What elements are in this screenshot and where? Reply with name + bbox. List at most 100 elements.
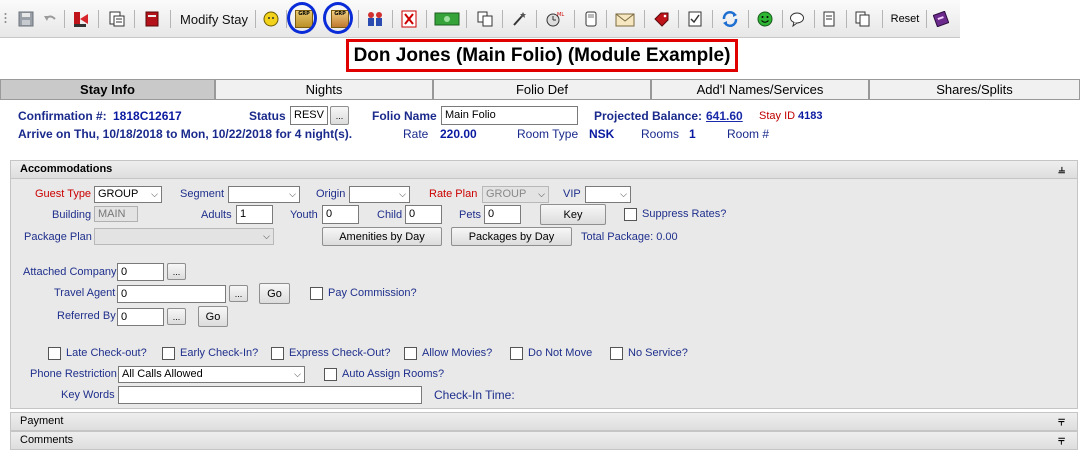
referred-by-go-button[interactable]: Go — [198, 306, 228, 327]
reset-button[interactable]: Reset — [886, 9, 924, 29]
tab-shares-splits[interactable]: Shares/Splits — [869, 79, 1080, 100]
status-field[interactable]: RESV — [290, 106, 328, 125]
packages-by-day-button[interactable]: Packages by Day — [451, 227, 572, 246]
rate-plan-value: GROUP — [486, 188, 527, 200]
tag-icon[interactable] — [650, 9, 672, 29]
folio-book-icon[interactable] — [142, 9, 162, 29]
early-checkin-checkbox[interactable] — [162, 347, 175, 360]
referred-by-lookup-button[interactable]: ... — [167, 308, 186, 325]
package-plan-select: ⌵ — [94, 228, 274, 245]
youth-field[interactable]: 0 — [322, 205, 359, 224]
suppress-rates-checkbox[interactable] — [624, 208, 637, 221]
total-package: Total Package: 0.00 — [581, 231, 678, 243]
segment-label: Segment — [180, 188, 225, 200]
expand-chevron-icon[interactable]: ⫧ — [1058, 413, 1065, 430]
tab-bar: Stay Info Nights Folio Def Add'l Names/S… — [0, 79, 1080, 100]
guest-type-label: Guest Type — [35, 188, 92, 200]
status-label: Status — [249, 109, 286, 123]
cancel-reservation-icon[interactable] — [398, 9, 420, 29]
travel-agent-lookup-button[interactable]: ... — [229, 285, 248, 302]
documents-stack-icon[interactable] — [852, 9, 874, 29]
pay-commission-checkbox[interactable] — [310, 287, 323, 300]
purple-book-icon[interactable] — [930, 9, 952, 29]
print-icon[interactable] — [106, 9, 128, 29]
pets-field[interactable]: 0 — [484, 205, 521, 224]
child-label: Child — [377, 209, 403, 221]
tab-stay-info[interactable]: Stay Info — [0, 79, 215, 100]
express-checkout-checkbox[interactable] — [271, 347, 284, 360]
folio-name-field[interactable]: Main Folio — [441, 106, 578, 125]
undo-icon[interactable] — [40, 9, 60, 29]
no-service-checkbox[interactable] — [610, 347, 623, 360]
chevron-down-icon: ⌵ — [620, 189, 627, 199]
accommodations-header[interactable]: Accommodations ⫨ — [10, 160, 1078, 179]
phone-restriction-select[interactable]: All Calls Allowed ⌵ — [118, 366, 305, 383]
guest-face-icon[interactable] — [260, 9, 282, 29]
collapse-chevron-icon[interactable]: ⫨ — [1058, 161, 1065, 178]
tab-folio-def[interactable]: Folio Def — [433, 79, 651, 100]
no-service-label: No Service? — [628, 347, 688, 359]
amenities-by-day-button[interactable]: Amenities by Day — [322, 227, 442, 246]
comments-header[interactable]: Comments ⫧ — [10, 431, 1078, 450]
phone-icon[interactable] — [580, 9, 602, 29]
origin-label: Origin — [316, 188, 346, 200]
rooms-label: Rooms — [641, 127, 680, 141]
email-icon[interactable] — [612, 9, 638, 29]
tab-label: Stay Info — [80, 82, 135, 97]
payment-header[interactable]: Payment ⫧ — [10, 412, 1078, 431]
auto-assign-rooms-checkbox[interactable] — [324, 368, 337, 381]
child-field[interactable]: 0 — [405, 205, 442, 224]
attached-company-field[interactable]: 0 — [117, 263, 164, 281]
chevron-down-icon: ⌵ — [294, 369, 301, 379]
document-icon[interactable] — [818, 9, 840, 29]
page-title-text: Don Jones (Main Folio) (Module Example) — [353, 44, 731, 66]
vip-select[interactable]: ⌵ — [585, 186, 631, 203]
rate-plan-label: Rate Plan — [429, 188, 478, 200]
chevron-down-icon: ⌵ — [151, 189, 158, 199]
people-icon[interactable] — [364, 9, 386, 29]
expand-chevron-icon[interactable]: ⫧ — [1058, 432, 1065, 449]
referred-by-field[interactable]: 0 — [117, 308, 164, 326]
do-not-move-label: Do Not Move — [528, 347, 593, 359]
late-checkout-checkbox[interactable] — [48, 347, 61, 360]
checkout-arrow-icon[interactable] — [70, 9, 92, 29]
magic-wand-icon[interactable] — [508, 9, 530, 29]
guest-type-value: GROUP — [98, 188, 139, 200]
pay-commission-label: Pay Commission? — [328, 287, 417, 299]
payment-title: Payment — [20, 415, 64, 427]
wakeup-call-icon[interactable]: ML — [542, 9, 568, 29]
toolbar-grip — [2, 9, 8, 29]
save-icon[interactable] — [16, 9, 36, 29]
smiley-icon[interactable] — [754, 9, 776, 29]
copy-icon[interactable] — [474, 9, 496, 29]
travel-agent-field[interactable]: 0 — [117, 285, 226, 303]
origin-select[interactable]: ⌵ — [349, 186, 410, 203]
auto-assign-rooms-label: Auto Assign Rooms? — [342, 368, 445, 380]
do-not-move-checkbox[interactable] — [510, 347, 523, 360]
projected-balance-link[interactable]: 641.60 — [706, 109, 743, 123]
money-icon[interactable] — [432, 9, 462, 29]
tab-addl-names-services[interactable]: Add'l Names/Services — [651, 79, 869, 100]
highlight-circle-1 — [287, 2, 317, 34]
speech-bubble-icon[interactable] — [786, 9, 808, 29]
key-words-field[interactable] — [118, 386, 422, 404]
allow-movies-checkbox[interactable] — [404, 347, 417, 360]
modify-stay-button[interactable]: Modify Stay — [176, 9, 252, 29]
package-plan-label: Package Plan — [24, 231, 92, 243]
travel-agent-go-button[interactable]: Go — [259, 283, 290, 304]
allow-movies-label: Allow Movies? — [422, 347, 493, 359]
checklist-icon[interactable] — [684, 9, 706, 29]
travel-agent-label: Travel Agent — [54, 287, 116, 299]
room-number-label: Room # — [727, 127, 770, 141]
adults-field[interactable]: 1 — [236, 205, 273, 224]
refresh-icon[interactable] — [718, 9, 742, 29]
guest-type-select[interactable]: GROUP ⌵ — [94, 186, 162, 203]
segment-select[interactable]: ⌵ — [228, 186, 300, 203]
phone-restriction-label: Phone Restriction — [30, 368, 117, 380]
tab-nights[interactable]: Nights — [215, 79, 433, 100]
status-lookup-button[interactable]: ... — [330, 106, 349, 125]
rooms-value: 1 — [689, 127, 696, 141]
toolbar: Modify Stay GRP GRP ML Reset — [0, 0, 960, 38]
key-button[interactable]: Key — [540, 204, 606, 225]
attached-company-lookup-button[interactable]: ... — [167, 263, 186, 280]
